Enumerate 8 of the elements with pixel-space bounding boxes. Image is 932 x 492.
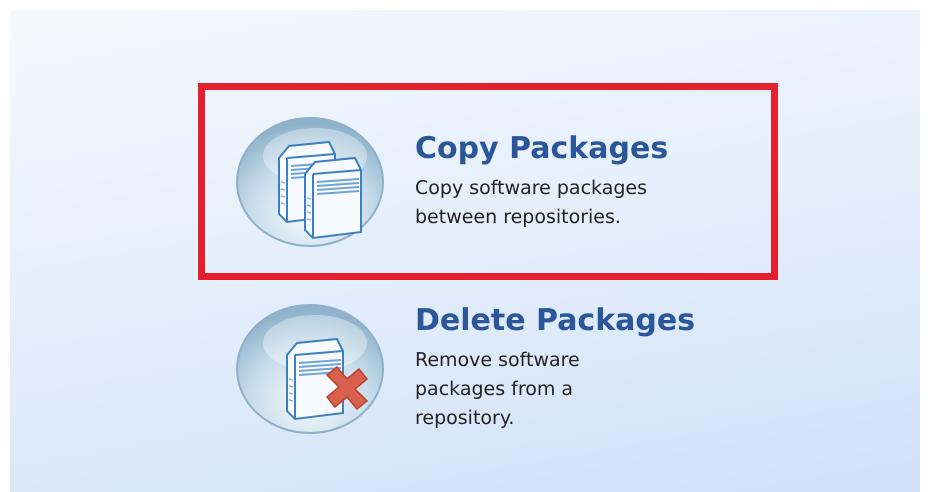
task-title: Copy Packages xyxy=(415,131,668,166)
package-box-x-icon xyxy=(235,303,385,436)
task-description: Remove software packages from a repository. xyxy=(415,348,581,432)
package-boxes-icon xyxy=(235,116,385,248)
highlighted-task-option[interactable]: Copy Packages Copy software packages between repositories. xyxy=(198,83,778,280)
task-option[interactable]: Delete Packages Remove software packages from a repository. xyxy=(198,294,778,492)
task-title: Delete Packages xyxy=(415,303,696,338)
task-description: Copy software packages between repositories. xyxy=(415,176,648,230)
